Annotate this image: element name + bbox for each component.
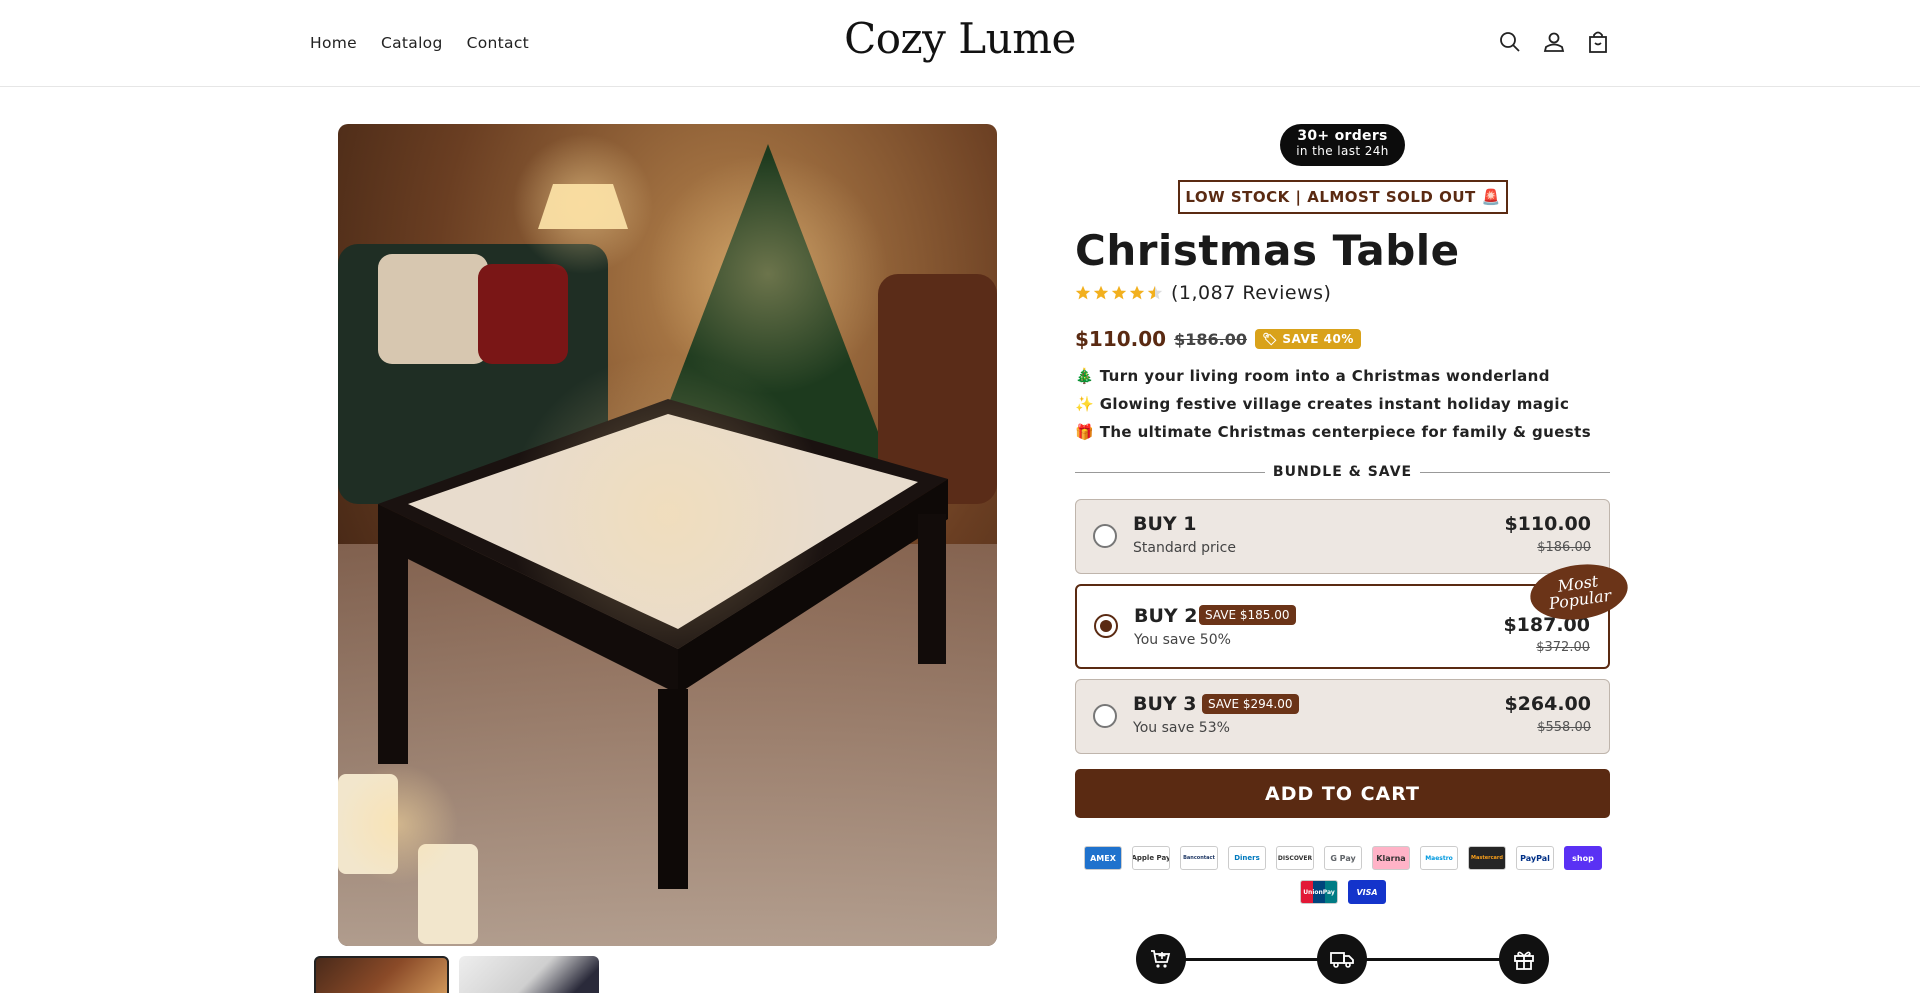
nav-home[interactable]: Home	[310, 34, 357, 52]
site-logo[interactable]: Cozy Lume	[844, 14, 1076, 63]
benefit-item: ✨ Glowing festive village creates instan…	[1075, 395, 1570, 413]
apple-pay-icon: Apple Pay	[1132, 846, 1170, 870]
payment-methods: AMEX Apple Pay Bancontact Diners DISCOVE…	[1083, 846, 1603, 914]
radio-button[interactable]	[1093, 524, 1117, 548]
star-rating	[1075, 285, 1163, 301]
orders-badge-period: in the last 24h	[1296, 144, 1389, 158]
radio-button[interactable]	[1094, 614, 1118, 638]
nav-catalog[interactable]: Catalog	[381, 34, 443, 52]
diners-club-icon: Diners	[1228, 846, 1266, 870]
star-icon	[1075, 285, 1091, 300]
header-icons	[1497, 29, 1611, 55]
nav-contact[interactable]: Contact	[467, 34, 529, 52]
benefit-item: 🎄 Turn your living room into a Christmas…	[1075, 367, 1550, 385]
product-photo	[338, 124, 997, 946]
star-icon	[1111, 285, 1127, 300]
truck-icon	[1317, 934, 1367, 984]
mastercard-icon: Mastercard	[1468, 846, 1506, 870]
order-steps	[1136, 934, 1549, 984]
bundle-option-name: BUY 3	[1133, 693, 1197, 715]
bundle-option-buy-3[interactable]: BUY 3 SAVE $294.00 You save 53% $264.00 …	[1075, 679, 1610, 754]
bundle-option-compare-price: $558.00	[1537, 720, 1591, 735]
thumbnail-2[interactable]	[459, 956, 599, 993]
sale-price: $110.00	[1075, 327, 1167, 351]
orders-badge: 30+ orders in the last 24h	[1280, 124, 1405, 166]
paypal-icon: PayPal	[1516, 846, 1554, 870]
thumbnail-1[interactable]	[314, 956, 449, 993]
save-badge: 🏷 SAVE 40%	[1254, 329, 1361, 349]
low-stock-banner: LOW STOCK | ALMOST SOLD OUT 🚨	[1178, 180, 1508, 214]
divider	[1075, 471, 1265, 473]
bundle-option-compare-price: $186.00	[1537, 540, 1591, 555]
visa-icon: VISA	[1348, 880, 1386, 904]
half-star-icon	[1147, 285, 1163, 300]
price-row: $110.00 $186.00 🏷 SAVE 40%	[1075, 327, 1361, 351]
star-icon	[1093, 285, 1109, 300]
google-pay-icon: G Pay	[1324, 846, 1362, 870]
product-rating[interactable]: (1,087 Reviews)	[1075, 282, 1331, 304]
add-to-cart-button[interactable]: ADD TO CART	[1075, 769, 1610, 818]
bundle-option-buy-1[interactable]: BUY 1 Standard price $110.00 $186.00	[1075, 499, 1610, 574]
orders-badge-count: 30+ orders	[1297, 128, 1388, 144]
unionpay-icon: UnionPay	[1300, 880, 1338, 904]
gift-icon	[1499, 934, 1549, 984]
maestro-icon: Maestro	[1420, 846, 1458, 870]
shop-pay-icon: shop	[1564, 846, 1602, 870]
bundle-option-subtitle: You save 53%	[1133, 720, 1230, 736]
benefit-item: 🎁 The ultimate Christmas centerpiece for…	[1075, 423, 1592, 441]
bundle-option-subtitle: Standard price	[1133, 540, 1236, 556]
bundle-option-name: BUY 1	[1133, 513, 1197, 535]
compare-price: $186.00	[1174, 329, 1247, 349]
star-icon	[1129, 285, 1145, 300]
main-nav: Home Catalog Contact	[310, 34, 529, 52]
discover-icon: DISCOVER	[1276, 846, 1314, 870]
thumbnail-strip	[314, 956, 599, 993]
bancontact-icon: Bancontact	[1180, 846, 1218, 870]
product-main-image[interactable]	[338, 124, 997, 946]
bundle-option-name: BUY 2	[1134, 605, 1198, 627]
logo-wrap: Cozy Lume	[0, 14, 1920, 63]
bundle-heading-label: BUNDLE & SAVE	[1272, 464, 1413, 480]
tag-icon: 🏷	[1261, 332, 1283, 346]
account-icon[interactable]	[1541, 29, 1567, 55]
bundle-heading: BUNDLE & SAVE	[1075, 462, 1610, 482]
search-icon[interactable]	[1497, 29, 1523, 55]
bundle-option-compare-price: $372.00	[1536, 640, 1590, 655]
divider	[1420, 471, 1610, 473]
payment-row-1: AMEX Apple Pay Bancontact Diners DISCOVE…	[1083, 846, 1603, 870]
benefit-list: 🎄 Turn your living room into a Christmas…	[1075, 367, 1591, 451]
cart-plus-icon	[1136, 934, 1186, 984]
product-title: Christmas Table	[1075, 226, 1460, 275]
bundle-option-subtitle: You save 50%	[1134, 632, 1231, 648]
bundle-save-tag: SAVE $294.00	[1202, 694, 1299, 714]
site-header: Home Catalog Contact Cozy Lume	[0, 0, 1920, 87]
save-badge-label: SAVE 40%	[1282, 332, 1354, 346]
bundle-save-tag: SAVE $185.00	[1199, 605, 1296, 625]
bundle-option-price: $264.00	[1504, 693, 1591, 715]
payment-row-2: UnionPay VISA	[1083, 880, 1603, 904]
bundle-option-price: $110.00	[1504, 513, 1591, 535]
klarna-icon: Klarna	[1372, 846, 1410, 870]
radio-button[interactable]	[1093, 704, 1117, 728]
cart-icon[interactable]	[1585, 29, 1611, 55]
amex-icon: AMEX	[1084, 846, 1122, 870]
review-count[interactable]: (1,087 Reviews)	[1171, 282, 1331, 304]
